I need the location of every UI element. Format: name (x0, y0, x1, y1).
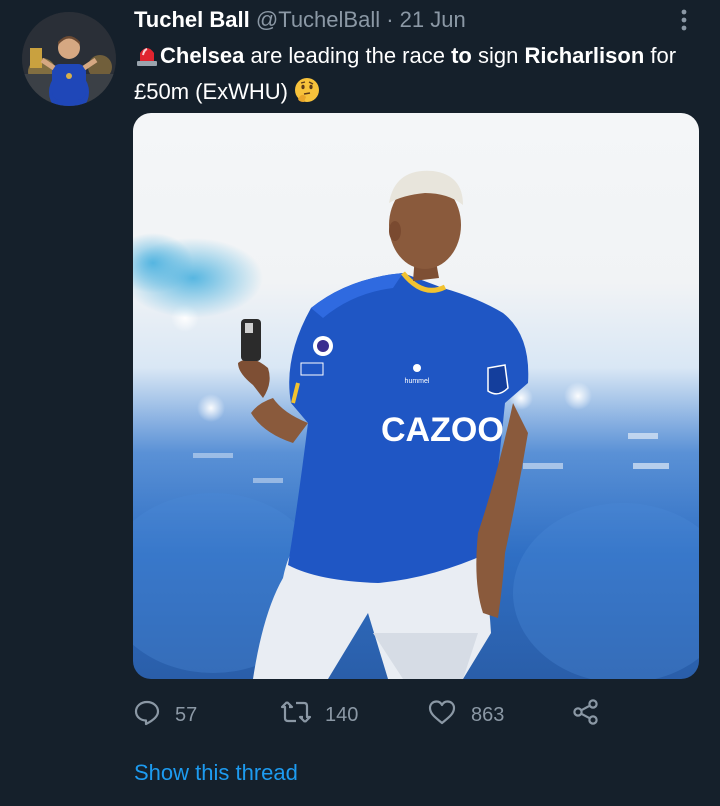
text-segment-1: are leading the race (244, 43, 452, 68)
retweet-count: 140 (325, 703, 359, 726)
tweet-date[interactable]: 21 Jun (400, 7, 466, 32)
text-to: to (451, 43, 472, 68)
tweet-header: Tuchel Ball @TuchelBall · 21 Jun (134, 5, 466, 35)
tweet: Tuchel Ball @TuchelBall · 21 Jun Chelsea… (0, 0, 720, 806)
siren-emoji-icon (134, 41, 160, 76)
kit-brand-text: hummel (405, 378, 430, 385)
heart-icon (427, 698, 457, 732)
reply-icon (133, 698, 161, 732)
sponsor-text: CAZOO (381, 411, 504, 449)
reply-count: 57 (175, 703, 198, 726)
retweet-button[interactable]: 140 (280, 697, 359, 733)
separator-dot: · (386, 7, 394, 32)
share-button[interactable] (571, 697, 601, 733)
more-vertical-icon[interactable] (672, 6, 696, 34)
like-count: 863 (471, 703, 505, 726)
tweet-actions: 57 140 863 (133, 697, 633, 733)
share-icon (571, 698, 601, 732)
tweet-image[interactable]: hummel CAZOO (133, 113, 699, 679)
thinking-face-emoji-icon (294, 77, 320, 112)
player-photo: hummel CAZOO (133, 170, 699, 679)
avatar[interactable] (22, 12, 116, 106)
text-segment-2: sign (471, 43, 525, 68)
text-richarlison: Richarlison (524, 43, 645, 68)
text-chelsea: Chelsea (160, 43, 245, 68)
reply-button[interactable]: 57 (133, 697, 197, 733)
tweet-text: Chelsea are leading the race to sign Ric… (134, 40, 704, 112)
retweet-icon (280, 698, 312, 732)
show-thread-link[interactable]: Show this thread (134, 758, 298, 788)
author-handle[interactable]: @TuchelBall (256, 7, 380, 32)
avatar-image (22, 12, 116, 106)
author-name[interactable]: Tuchel Ball (134, 7, 250, 32)
like-button[interactable]: 863 (427, 697, 504, 733)
